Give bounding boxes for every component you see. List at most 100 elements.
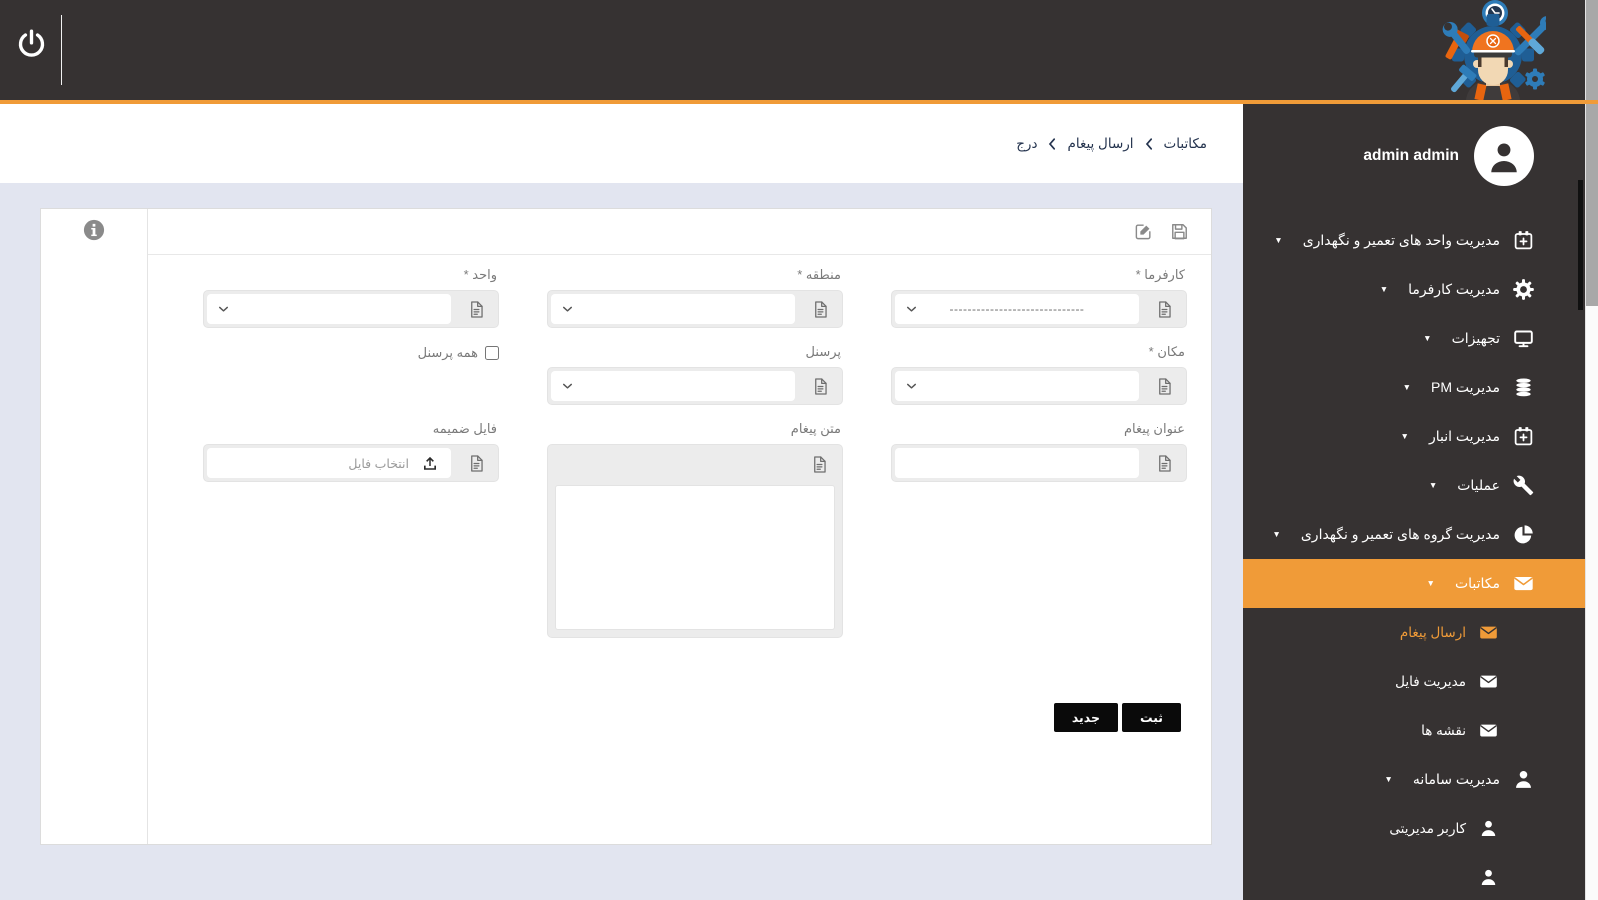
gear-icon [1513,279,1534,300]
send-message-form: کارفرما * ------------------------------… [148,255,1211,638]
form-card: کارفرما * ------------------------------… [40,208,1212,845]
breadcrumb-item-send-message[interactable]: ارسال پیغام [1067,136,1133,152]
user-icon [1479,819,1498,838]
caret-down-icon: ▼ [1423,334,1431,343]
sidebar-item-partial[interactable] [1243,853,1598,900]
pie-chart-icon [1513,524,1534,545]
personnel-label: پرسنل [547,344,841,361]
sidebar-item-equipment[interactable]: تجهیزات ▼ [1243,314,1598,363]
upload-icon [421,454,439,472]
sidebar-item-correspondence[interactable]: مکاتبات ▼ [1243,559,1598,608]
document-icon [798,291,842,327]
sidebar-item-employer-management[interactable]: مدیریت کارفرما ▼ [1243,265,1598,314]
attachment-control: انتخاب فایل [203,444,499,482]
attachment-label: فایل ضمیمه [203,421,497,438]
message-body-label: متن پیغام [547,421,841,438]
unit-select[interactable] [203,290,499,328]
edit-icon[interactable] [1134,222,1153,241]
field-personnel: پرسنل [547,344,843,405]
accent-divider [0,100,1598,104]
region-select[interactable] [547,290,843,328]
chevron-down-icon [560,302,575,317]
power-icon[interactable] [16,28,47,59]
document-icon [798,368,842,404]
new-button[interactable]: جدید [1054,703,1118,732]
region-label: منطقه * [547,267,841,284]
message-body-textarea[interactable] [555,485,835,630]
all-personnel-checkbox[interactable] [485,346,499,360]
file-picker-placeholder: انتخاب فایل [348,456,409,471]
document-icon [1142,445,1186,481]
topbar-divider [61,15,62,85]
employer-label: کارفرما * [891,267,1185,284]
sidebar-item-send-message[interactable]: ارسال پیغام [1243,608,1598,657]
monitor-icon [1513,328,1534,349]
field-employer: کارفرما * ------------------------------ [891,267,1187,328]
caret-down-icon: ▼ [1401,432,1409,441]
calendar-plus-icon [1513,230,1534,251]
info-icon[interactable] [83,219,105,241]
submit-button[interactable]: ثبت [1122,703,1181,732]
sidebar: admin admin مدیریت واحد های تعمیر و نگهد… [1243,104,1598,900]
field-all-personnel: همه پرسنل [203,344,499,405]
page-scrollbar-thumb[interactable] [1586,0,1598,306]
message-title-label: عنوان پیغام [891,421,1185,438]
caret-down-icon: ▼ [1274,236,1282,245]
document-icon [454,445,498,481]
breadcrumb-bar: مکاتبات ارسال پیغام درج [0,104,1243,183]
field-location: مکان * [891,344,1187,405]
card-main: کارفرما * ------------------------------… [148,209,1211,844]
file-picker[interactable]: انتخاب فایل [207,448,451,478]
envelope-icon [1513,573,1534,594]
all-personnel-label: همه پرسنل [418,345,478,361]
page-scrollbar[interactable] [1585,0,1598,900]
user-icon [1479,868,1498,887]
caret-down-icon: ▼ [1380,285,1388,294]
breadcrumb-item-correspondence[interactable]: مکاتبات [1164,136,1207,152]
document-icon [810,455,829,474]
envelope-icon [1479,721,1498,740]
sidebar-item-operations[interactable]: عملیات ▼ [1243,461,1598,510]
unit-label: واحد * [203,267,497,284]
database-icon [1513,377,1534,398]
sidebar-item-maps[interactable]: نقشه ها [1243,706,1598,755]
chevron-down-icon [904,302,919,317]
top-bar [0,0,1598,100]
message-title-input[interactable] [895,456,1139,471]
card-side-panel [41,209,148,844]
document-icon [1142,368,1186,404]
breadcrumb: مکاتبات ارسال پیغام درج [1016,104,1207,183]
field-attachment: فایل ضمیمه انتخاب فایل [203,421,499,638]
sidebar-item-pm-management[interactable]: مدیریت PM ▼ [1243,363,1598,412]
employer-select[interactable]: ------------------------------ [891,290,1187,328]
chevron-left-icon [1145,138,1153,150]
sidebar-item-admin-user[interactable]: کاربر مدیریتی [1243,804,1598,853]
form-actions: ثبت جدید [1054,703,1181,732]
sidebar-item-system-management[interactable]: مدیریت سامانه ▼ [1243,755,1598,804]
sidebar-item-maintenance-units[interactable]: مدیریت واحد های تعمیر و نگهداری ▼ [1243,216,1598,265]
caret-down-icon: ▼ [1403,383,1411,392]
chevron-down-icon [904,379,919,394]
field-unit: واحد * [203,267,499,328]
avatar [1474,126,1534,186]
sidebar-item-file-management[interactable]: مدیریت فایل [1243,657,1598,706]
location-select[interactable] [891,367,1187,405]
document-icon [454,291,498,327]
sidebar-item-maintenance-groups[interactable]: مدیریت گروه های تعمیر و نگهداری ▼ [1243,510,1598,559]
caret-down-icon: ▼ [1429,481,1437,490]
user-icon [1486,140,1522,176]
sidebar-scrollbar-thumb[interactable] [1578,180,1583,310]
location-label: مکان * [891,344,1185,361]
chevron-down-icon [560,379,575,394]
user-name: admin admin [1363,147,1459,165]
sidebar-item-warehouse-management[interactable]: مدیریت انبار ▼ [1243,412,1598,461]
personnel-select[interactable] [547,367,843,405]
calendar-plus-icon [1513,426,1534,447]
chevron-left-icon [1048,138,1056,150]
wrench-icon [1513,475,1534,496]
save-icon[interactable] [1170,222,1189,241]
envelope-icon [1479,672,1498,691]
message-title-control [891,444,1187,482]
field-message-body: متن پیغام [547,421,843,638]
caret-down-icon: ▼ [1272,530,1280,539]
